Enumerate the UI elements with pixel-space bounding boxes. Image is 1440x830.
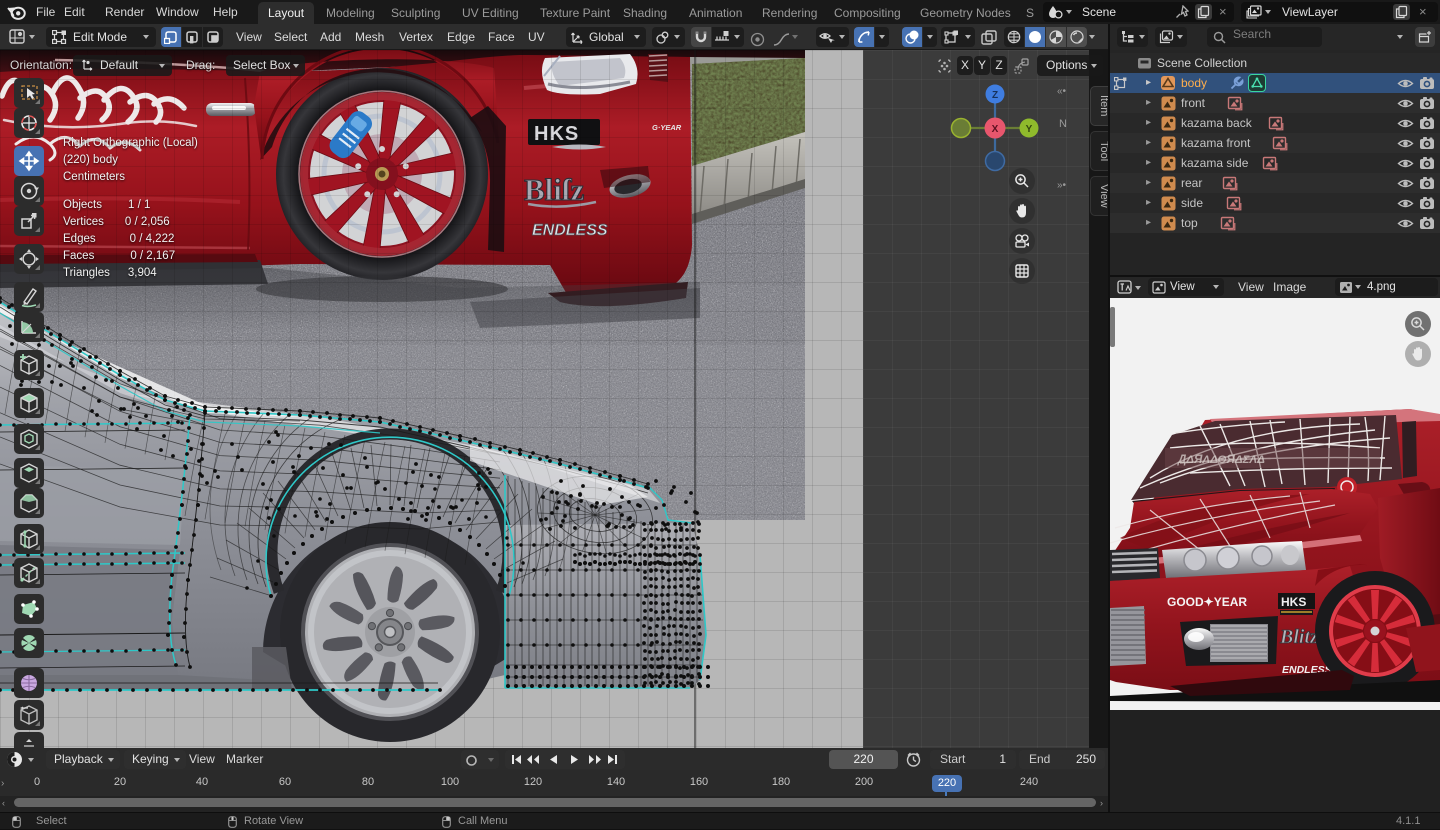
svg-text:Y: Y <box>1026 124 1033 135</box>
svg-text:Z: Z <box>992 90 998 101</box>
svg-text:X: X <box>992 124 999 135</box>
svg-text:ДΔЯΛΔΘЯΔΣΛΔ: ДΔЯΛΔΘЯΔΣΛΔ <box>1177 454 1265 466</box>
svg-text:HKS: HKS <box>1281 595 1306 609</box>
svg-text:GOOD✦YEAR: GOOD✦YEAR <box>1167 595 1247 609</box>
svg-text:Blitz: Blitz <box>1279 626 1318 648</box>
